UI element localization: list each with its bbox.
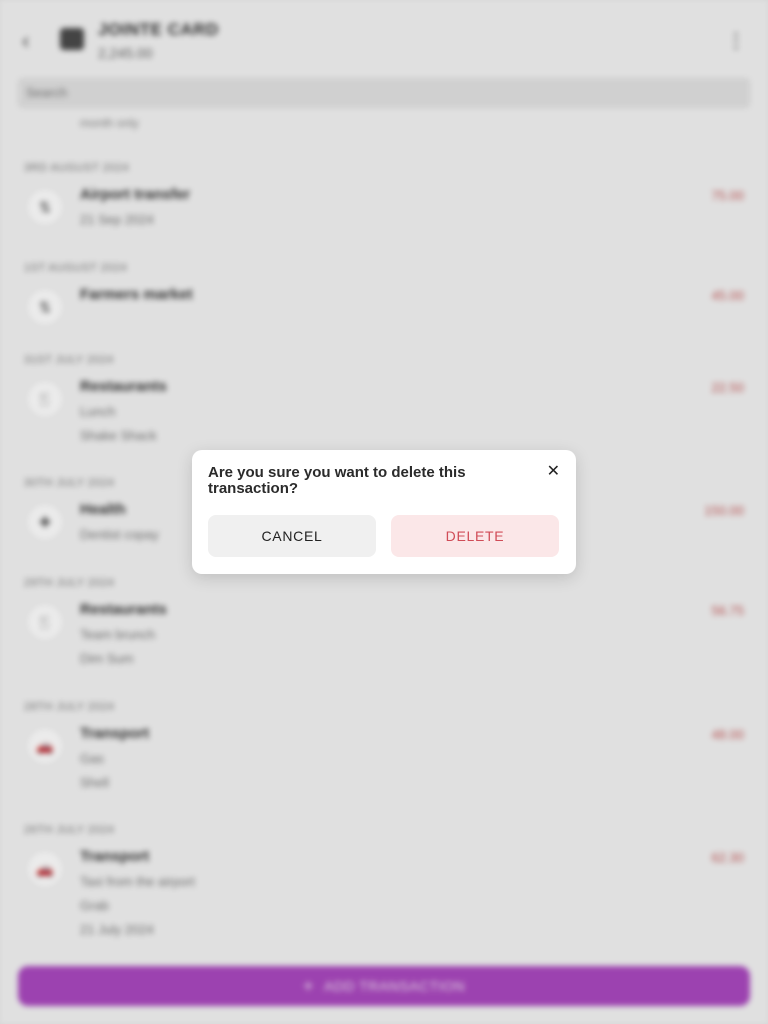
cancel-button[interactable]: CANCEL	[208, 515, 376, 557]
close-icon[interactable]: ✕	[547, 464, 560, 480]
dialog-title: Are you sure you want to delete this tra…	[208, 464, 466, 497]
delete-confirm-dialog: Are you sure you want to delete this tra…	[192, 450, 576, 574]
delete-button[interactable]: DELETE	[391, 515, 559, 557]
